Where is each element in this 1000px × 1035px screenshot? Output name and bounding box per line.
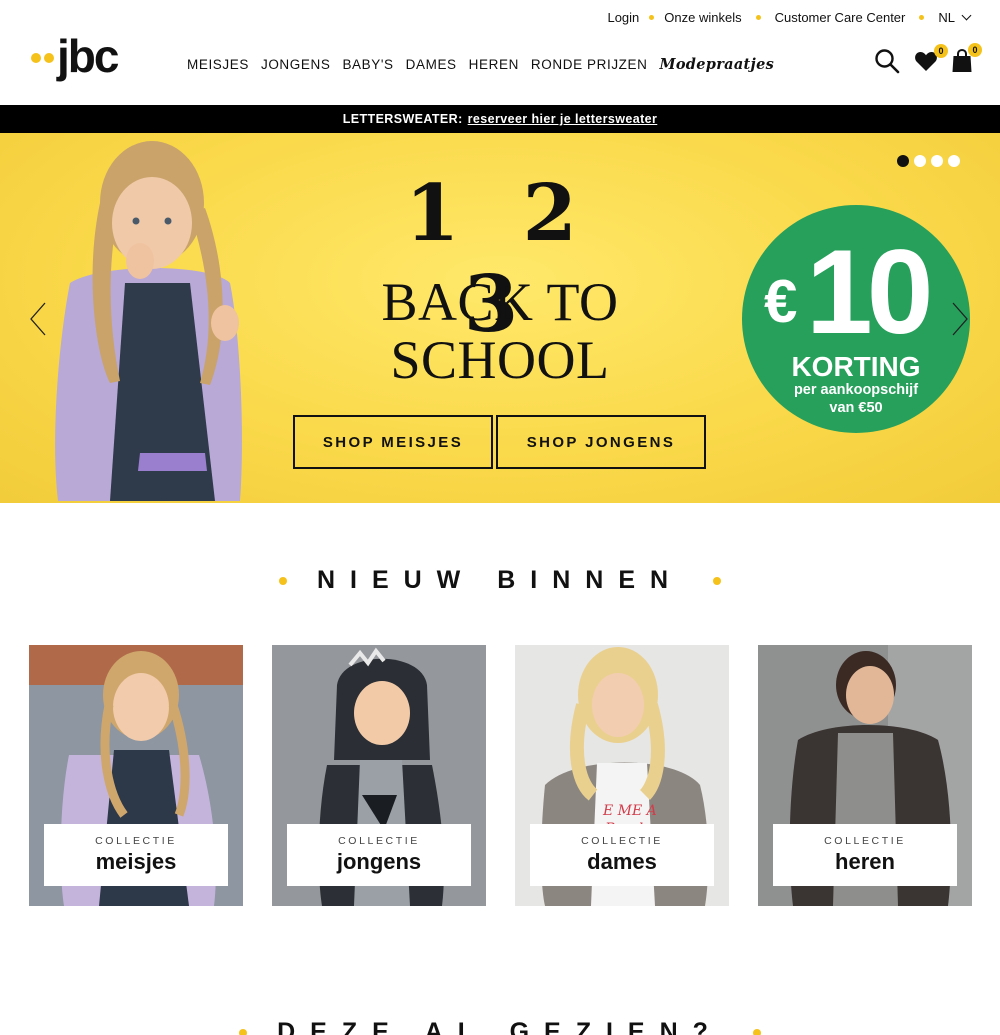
card-label: jongens — [336, 849, 422, 874]
nav-item-meisjes[interactable]: MEISJES — [187, 57, 249, 72]
nav-item-babys[interactable]: BABY'S — [342, 57, 393, 72]
login-link[interactable]: Login — [607, 10, 639, 25]
collection-card-dames[interactable]: E ME A Break COLLECTIE dames — [515, 645, 729, 906]
promo-badge: € 10 KORTING per aankoopschijf van €50 — [742, 205, 970, 433]
carousel-prev-icon[interactable] — [28, 301, 48, 337]
card-label-box: COLLECTIE meisjes — [44, 824, 228, 886]
card-label-box: COLLECTIE jongens — [287, 824, 471, 886]
announcement-bar: LETTERSWEATER: reserveer hier je letters… — [0, 105, 1000, 133]
card-label: dames — [587, 849, 657, 874]
collection-card-meisjes[interactable]: COLLECTIE meisjes — [29, 645, 243, 906]
promo-sub-line1: per aankoopschijf — [793, 382, 919, 398]
nav-item-jongens[interactable]: JONGENS — [261, 57, 330, 72]
hero-title-line2: SCHOOL — [390, 330, 610, 390]
carousel-dot-3[interactable] — [931, 155, 943, 167]
carousel-dot-1[interactable] — [897, 155, 909, 167]
bullet-dot — [713, 576, 722, 585]
hero-girl-image — [55, 141, 242, 501]
wishlist-button[interactable]: 0 — [914, 44, 948, 77]
nav-item-dames[interactable]: DAMES — [406, 57, 457, 72]
cart-count-badge: 0 — [968, 43, 982, 57]
promo-sub-line2: van €50 — [829, 400, 883, 416]
announcement-link[interactable]: reserveer hier je lettersweater — [468, 112, 658, 126]
search-button[interactable] — [874, 48, 900, 79]
promo-subtext: per aankoopschijf van €50 — [742, 381, 970, 417]
announcement-label: LETTERSWEATER: — [342, 112, 463, 126]
seen-heading: DEZE AL GEZIEN? — [0, 1018, 1000, 1035]
language-label: NL — [938, 9, 955, 25]
customer-care-link[interactable]: Customer Care Center — [775, 10, 906, 25]
seen-title: DEZE AL GEZIEN? — [277, 1018, 723, 1035]
hero-banner[interactable]: 1 2 3 BACK TO SCHOOL SHOP MEISJES SHOP J… — [0, 133, 1000, 503]
chevron-down-icon — [961, 10, 972, 20]
nav-item-ronde-prijzen[interactable]: RONDE PRIJZEN — [531, 57, 648, 72]
svg-text:E ME A: E ME A — [602, 803, 657, 819]
collection-card-heren[interactable]: COLLECTIE heren — [758, 645, 972, 906]
bullet-dot — [755, 14, 761, 20]
new-in-heading: NIEUW BINNEN — [0, 566, 1000, 595]
search-icon — [875, 49, 900, 74]
svg-text:jbc: jbc — [56, 34, 119, 82]
wishlist-count-badge: 0 — [934, 44, 948, 58]
card-label-box: COLLECTIE heren — [773, 824, 957, 886]
hero-title-line1: BACK TO — [381, 272, 619, 332]
language-selector[interactable]: NL — [938, 9, 972, 25]
hero-title: BACK TO SCHOOL — [340, 273, 660, 389]
card-kicker: COLLECTIE — [338, 835, 420, 847]
new-in-title: NIEUW BINNEN — [316, 566, 684, 594]
jbc-logo[interactable]: jbc — [30, 34, 154, 82]
carousel-dots — [892, 155, 960, 167]
shop-jongens-button[interactable]: SHOP JONGENS — [496, 415, 706, 469]
promo-label: KORTING — [791, 351, 921, 382]
bullet-dot — [752, 1028, 761, 1035]
card-kicker: COLLECTIE — [95, 835, 177, 847]
nav-item-heren[interactable]: HEREN — [469, 57, 519, 72]
promo-amount: 10 — [806, 225, 934, 359]
card-label: meisjes — [95, 849, 177, 874]
bullet-dot — [919, 14, 925, 20]
card-label-box: COLLECTIE dames — [530, 824, 714, 886]
bullet-dot — [278, 576, 287, 585]
carousel-dot-2[interactable] — [914, 155, 926, 167]
card-label: heren — [835, 849, 895, 874]
main-nav: MEISJES JONGENS BABY'S DAMES HEREN RONDE… — [187, 56, 786, 73]
cart-button[interactable]: 0 — [952, 43, 982, 78]
bullet-dot — [239, 1028, 248, 1035]
nav-item-modepraatjes[interactable]: Modepraatjes — [659, 56, 774, 73]
carousel-dot-4[interactable] — [948, 155, 960, 167]
card-kicker: COLLECTIE — [824, 835, 906, 847]
utility-nav: Login Onze winkels Customer Care Center … — [607, 8, 972, 26]
shop-meisjes-button[interactable]: SHOP MEISJES — [293, 415, 493, 469]
header-icons: 0 0 — [860, 43, 982, 79]
stores-link[interactable]: Onze winkels — [664, 10, 741, 25]
bullet-dot — [649, 14, 655, 20]
collection-card-jongens[interactable]: COLLECTIE jongens — [272, 645, 486, 906]
card-kicker: COLLECTIE — [581, 835, 663, 847]
carousel-next-icon[interactable] — [950, 301, 970, 337]
promo-currency: € — [764, 268, 798, 335]
